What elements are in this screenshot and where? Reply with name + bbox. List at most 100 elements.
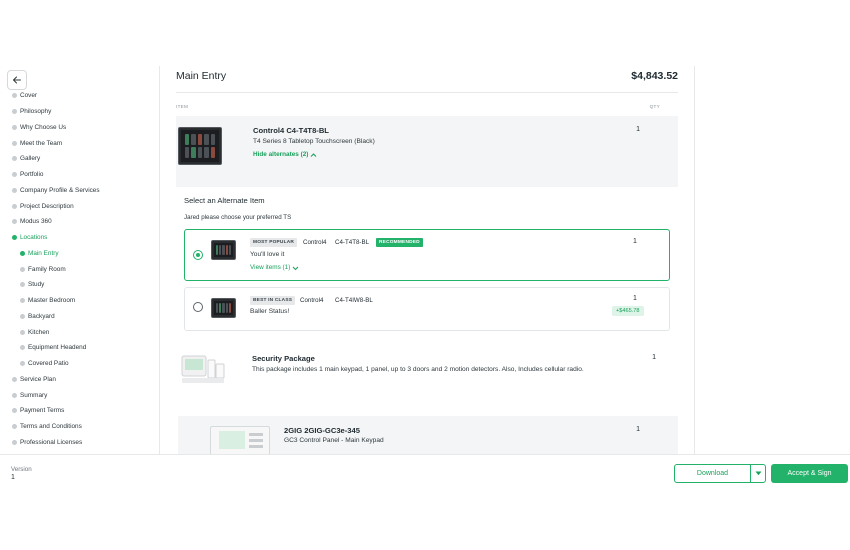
sidebar: Cover Philosophy Why Choose Us Meet the … — [0, 66, 160, 454]
item-name: Control4 C4-T4T8-BL — [253, 126, 329, 135]
hide-alternates-label: Hide alternates (2) — [253, 151, 309, 158]
alternate-radio-selected[interactable] — [193, 250, 203, 260]
alternate-description: Baller Status! — [250, 308, 290, 315]
status-dot-icon — [12, 408, 17, 414]
column-header-qty: QTY — [649, 104, 660, 109]
sidebar-item-company-profile[interactable]: Company Profile & Services — [0, 183, 160, 199]
sidebar-item-summary[interactable]: Summary — [0, 387, 160, 403]
alternate-qty: 1 — [633, 295, 637, 302]
package-qty: 1 — [652, 354, 656, 361]
sidebar-item-label: Family Room — [28, 265, 66, 273]
back-button[interactable] — [7, 70, 27, 90]
download-options-button[interactable] — [750, 464, 766, 483]
sidebar-item-backyard[interactable]: Backyard — [0, 309, 160, 325]
sidebar-item-kitchen[interactable]: Kitchen — [0, 324, 160, 340]
alternate-brand: Control4 — [303, 239, 327, 246]
alternate-description: You'll love it — [250, 251, 285, 258]
sidebar-item-label: Why Choose Us — [20, 123, 67, 131]
version-value: 1 — [11, 474, 15, 481]
sidebar-item-label: Backyard — [28, 312, 55, 320]
sidebar-item-label: Project Description — [20, 202, 74, 210]
sidebar-item-master-bedroom[interactable]: Master Bedroom — [0, 293, 160, 309]
package-description: This package includes 1 main keypad, 1 p… — [252, 366, 584, 373]
sidebar-item-why-choose-us[interactable]: Why Choose Us — [0, 120, 160, 136]
alternates-note: Jared please choose your preferred TS — [184, 214, 292, 221]
location-content: Main Entry $4,843.52 ITEM QTY Control4 C… — [160, 66, 695, 454]
sidebar-item-main-entry[interactable]: Main Entry — [0, 246, 160, 262]
chevron-down-icon — [292, 266, 299, 270]
sidebar-item-label: Meet the Team — [20, 139, 63, 147]
sidebar-item-label: Study — [28, 281, 45, 289]
sidebar-item-gallery[interactable]: Gallery — [0, 151, 160, 167]
sidebar-item-label: Service Plan — [20, 375, 56, 383]
sidebar-item-philosophy[interactable]: Philosophy — [0, 104, 160, 120]
sidebar-item-service-plan[interactable]: Service Plan — [0, 372, 160, 388]
tag-most-popular: MOST POPULAR — [250, 238, 298, 247]
sidebar-item-label: Terms and Conditions — [20, 423, 82, 431]
caret-down-icon — [755, 471, 761, 476]
status-dot-icon — [12, 124, 17, 130]
sidebar-item-payment-terms[interactable]: Payment Terms — [0, 403, 160, 419]
sidebar-item-label: Company Profile & Services — [20, 186, 100, 194]
column-header-item: ITEM — [176, 104, 189, 109]
alternate-model: C4-T4IW8-BL — [335, 297, 373, 304]
alternates-heading: Select an Alternate Item — [184, 196, 265, 205]
sidebar-item-label: Philosophy — [20, 108, 52, 116]
sidebar-item-cover[interactable]: Cover — [0, 88, 160, 104]
sidebar-item-label: Modus 360 — [20, 218, 52, 226]
status-dot-icon — [20, 250, 25, 256]
sidebar-item-terms-and-conditions[interactable]: Terms and Conditions — [0, 419, 160, 435]
status-dot-icon — [12, 187, 17, 193]
sidebar-item-locations[interactable]: Locations — [0, 230, 160, 246]
sidebar-item-label: Equipment Headend — [28, 344, 87, 352]
download-button[interactable]: Download — [674, 464, 751, 483]
sidebar-item-family-room[interactable]: Family Room — [0, 261, 160, 277]
alternate-option-2[interactable]: BEST IN CLASS Control4 C4-T4IW8-BL Balle… — [184, 287, 670, 331]
sidebar-item-meet-the-team[interactable]: Meet the Team — [0, 135, 160, 151]
package-name: Security Package — [252, 354, 315, 363]
sidebar-item-label: Summary — [20, 391, 48, 399]
view-items-link[interactable]: View items (1) — [250, 264, 299, 271]
recommended-badge: RECOMMENDED — [376, 238, 423, 247]
sub-item-description: GC3 Control Panel - Main Keypad — [284, 437, 384, 444]
arrow-left-icon — [13, 76, 21, 84]
sidebar-item-label: Professional Licenses — [20, 438, 83, 446]
sidebar-item-equipment-headend[interactable]: Equipment Headend — [0, 340, 160, 356]
status-dot-icon — [12, 439, 17, 445]
status-dot-icon — [12, 392, 17, 398]
sidebar-item-label: Kitchen — [28, 328, 50, 336]
status-dot-icon — [20, 266, 25, 272]
alternate-radio[interactable] — [193, 302, 203, 312]
item-description: T4 Series 8 Tabletop Touchscreen (Black) — [253, 138, 375, 145]
sidebar-item-project-description[interactable]: Project Description — [0, 198, 160, 214]
hide-alternates-link[interactable]: Hide alternates (2) — [253, 151, 317, 158]
tag-best-in-class: BEST IN CLASS — [250, 296, 296, 305]
sub-item-name: 2GIG 2GIG-GC3e-345 — [284, 426, 360, 435]
sidebar-item-study[interactable]: Study — [0, 277, 160, 293]
alternate-brand: Control4 — [300, 297, 324, 304]
sidebar-item-portfolio[interactable]: Portfolio — [0, 167, 160, 183]
sidebar-item-covered-patio[interactable]: Covered Patio — [0, 356, 160, 372]
alternate-model: C4-T4T8-BL — [335, 239, 370, 246]
sidebar-item-label: Covered Patio — [28, 360, 69, 368]
sidebar-item-professional-licenses[interactable]: Professional Licenses — [0, 435, 160, 451]
alternate-qty: 1 — [633, 238, 637, 245]
status-dot-icon — [12, 172, 17, 178]
sidebar-item-label: Portfolio — [20, 171, 44, 179]
line-item-sub: 2GIG 2GIG-GC3e-345 GC3 Control Panel - M… — [178, 416, 678, 454]
status-dot-icon — [20, 298, 25, 304]
sidebar-item-label: Payment Terms — [20, 407, 65, 415]
status-dot-icon — [20, 313, 25, 319]
sidebar-item-modus-360[interactable]: Modus 360 — [0, 214, 160, 230]
status-dot-icon — [12, 376, 17, 382]
alternate-option-1[interactable]: MOST POPULAR Control4 C4-T4T8-BL RECOMME… — [184, 229, 670, 281]
keypad-product-image — [210, 426, 270, 454]
sidebar-item-label: Gallery — [20, 155, 41, 163]
sidebar-item-label: Cover — [20, 92, 38, 100]
proposal-app: Cover Philosophy Why Choose Us Meet the … — [0, 66, 850, 486]
status-dot-icon — [12, 424, 17, 430]
accept-and-sign-button[interactable]: Accept & Sign — [771, 464, 848, 483]
status-dot-icon — [12, 203, 17, 209]
action-bar: Version 1 Download Accept & Sign — [0, 454, 850, 486]
location-total: $4,843.52 — [631, 70, 678, 82]
